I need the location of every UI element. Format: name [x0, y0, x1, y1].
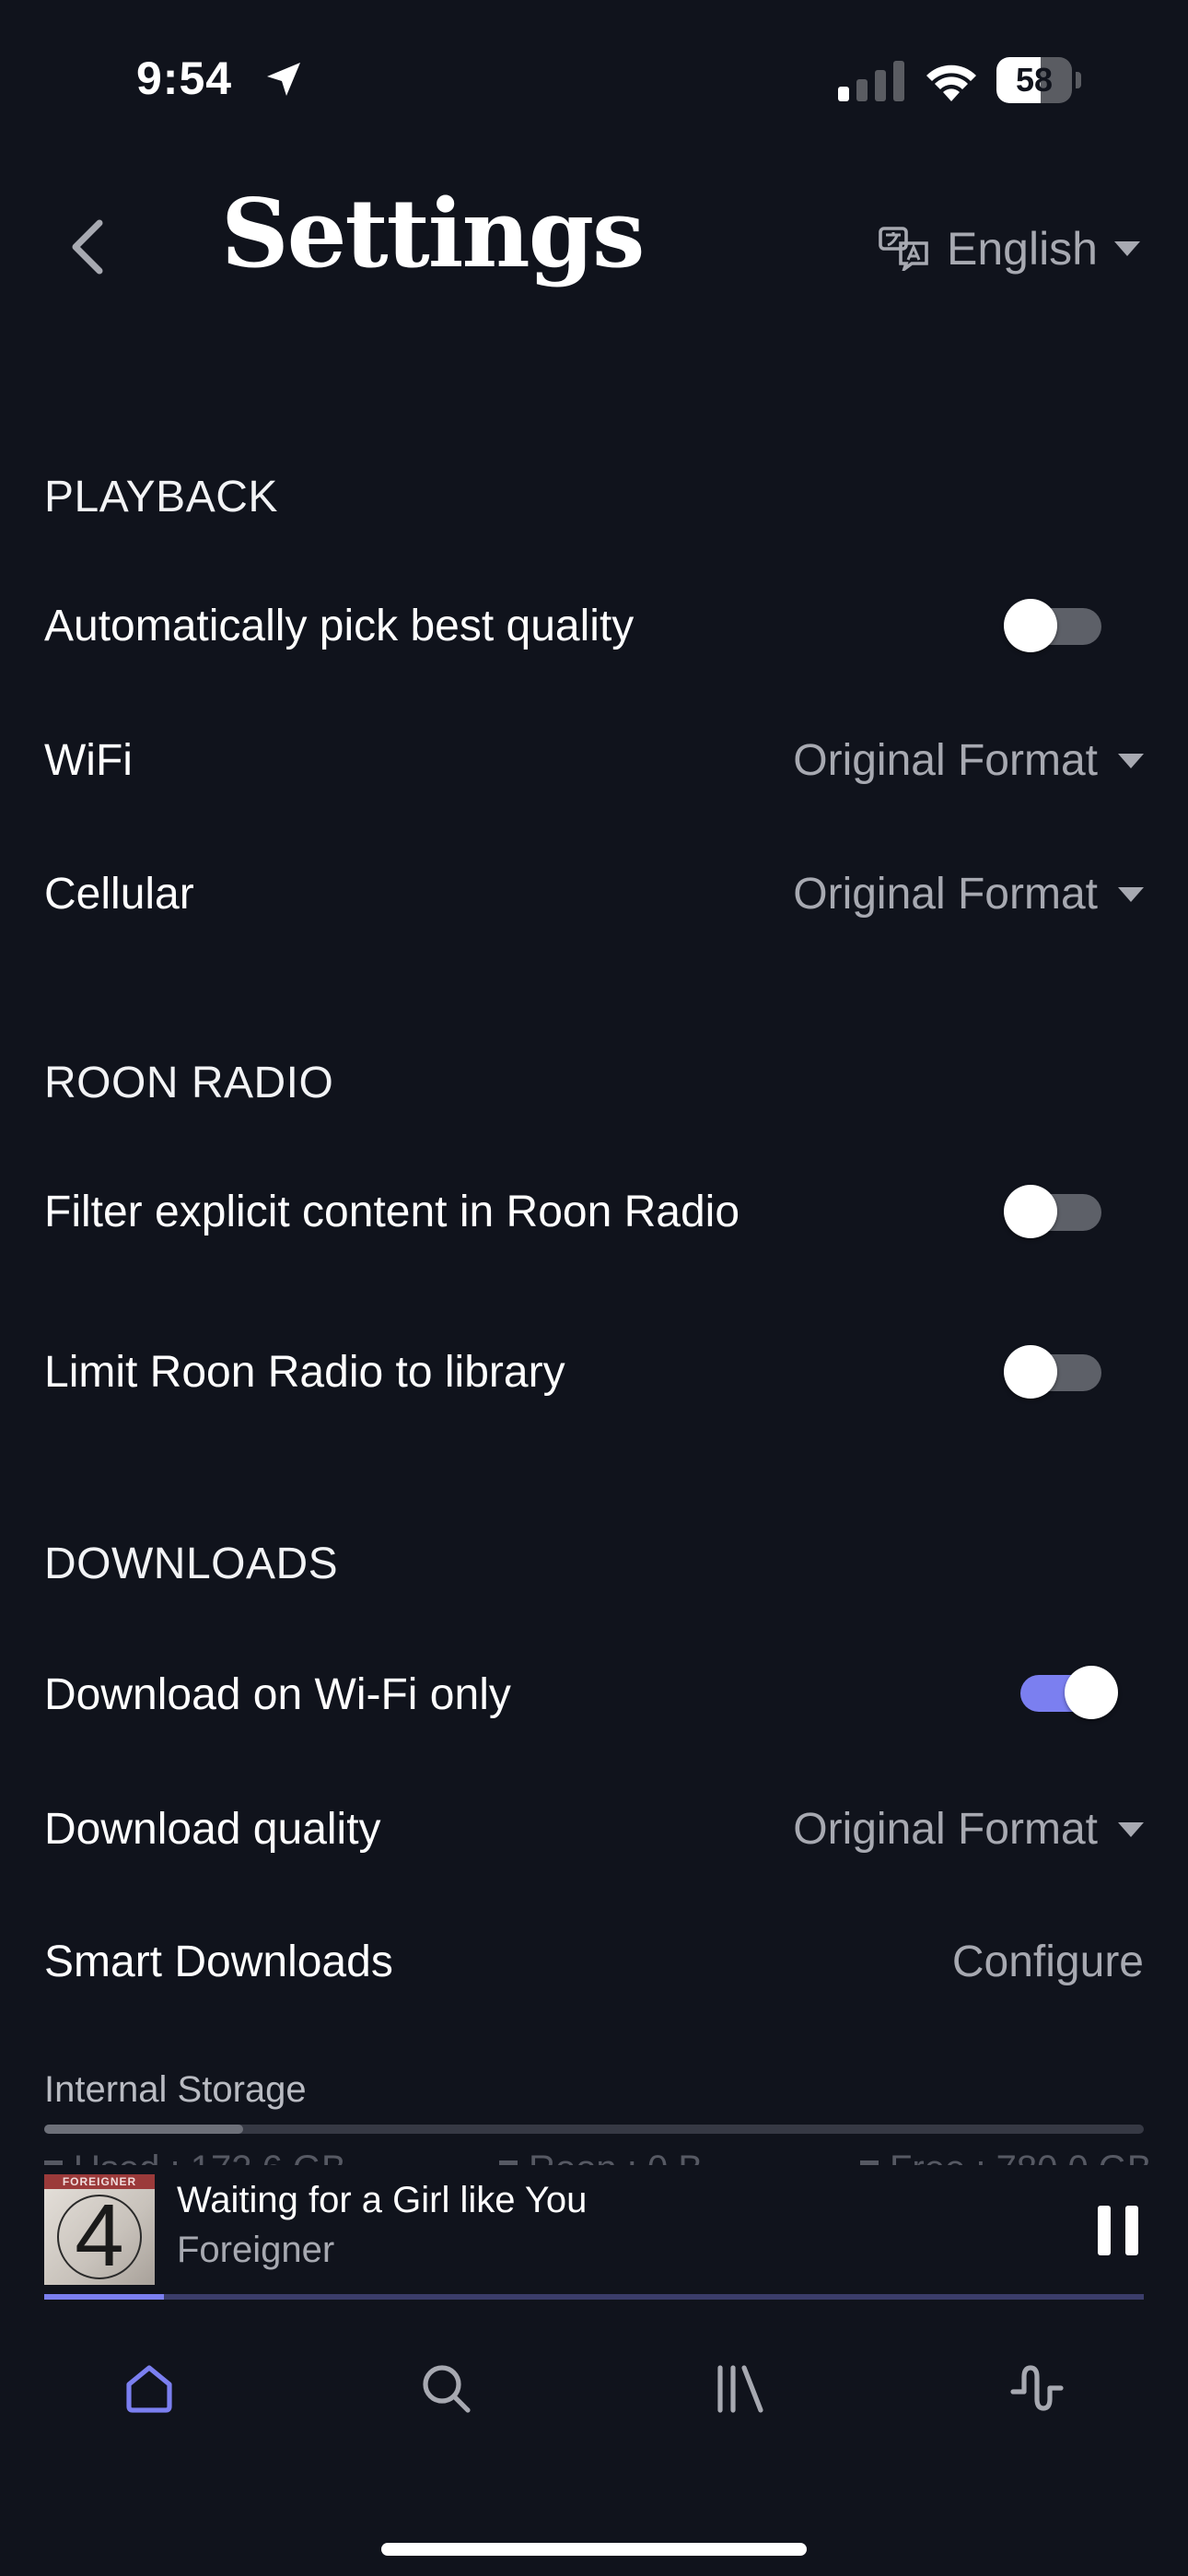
auto-quality-toggle[interactable]: [1004, 599, 1107, 652]
download-wifi-only-toggle[interactable]: [1013, 1666, 1118, 1719]
download-quality-label: Download quality: [44, 1805, 381, 1854]
limit-library-label: Limit Roon Radio to library: [44, 1348, 565, 1397]
library-icon[interactable]: [711, 2359, 770, 2418]
page-title: Settings: [221, 179, 645, 289]
section-heading-playback: PLAYBACK: [44, 473, 278, 521]
audio-wave-icon[interactable]: [1007, 2359, 1066, 2418]
chevron-left-icon[interactable]: [66, 217, 107, 276]
filter-explicit-toggle[interactable]: [1004, 1185, 1107, 1238]
track-title[interactable]: Waiting for a Girl like You: [177, 2180, 587, 2221]
cellular-quality-dropdown[interactable]: Original Format: [793, 869, 1144, 919]
search-icon[interactable]: [416, 2359, 475, 2418]
wifi-quality-label: WiFi: [44, 736, 133, 785]
cellular-quality-label: Cellular: [44, 870, 194, 919]
download-quality-value: Original Format: [793, 1805, 1098, 1854]
section-heading-downloads: DOWNLOADS: [44, 1540, 339, 1588]
filter-explicit-label: Filter explicit content in Roon Radio: [44, 1188, 740, 1236]
configure-button[interactable]: Configure: [952, 1937, 1144, 1987]
track-artist[interactable]: Foreigner: [177, 2230, 334, 2271]
caret-down-icon: [1118, 886, 1144, 902]
caret-down-icon: [1114, 241, 1140, 256]
wifi-icon: [926, 64, 976, 101]
download-quality-dropdown[interactable]: Original Format: [793, 1804, 1144, 1855]
section-heading-roon-radio: ROON RADIO: [44, 1059, 334, 1107]
smart-downloads-label: Smart Downloads: [44, 1938, 393, 1986]
battery-indicator: 58: [996, 57, 1081, 103]
home-icon[interactable]: [120, 2359, 179, 2418]
album-art-number: 4: [75, 2186, 124, 2285]
cellular-signal-icon: [838, 61, 904, 101]
language-value: English: [947, 223, 1098, 275]
language-selector[interactable]: English: [879, 221, 1140, 276]
caret-down-icon: [1118, 1821, 1144, 1837]
home-indicator: [381, 2543, 807, 2556]
playback-progress[interactable]: [44, 2294, 1144, 2300]
location-arrow-icon: [267, 63, 300, 96]
translate-icon: [879, 227, 928, 271]
limit-library-toggle[interactable]: [1004, 1345, 1107, 1399]
album-art[interactable]: FOREIGNER 4: [44, 2174, 155, 2285]
auto-quality-label: Automatically pick best quality: [44, 602, 635, 650]
storage-bar: [44, 2125, 1144, 2134]
wifi-quality-value: Original Format: [793, 736, 1098, 785]
battery-level: 58: [1015, 61, 1054, 99]
caret-down-icon: [1118, 753, 1144, 768]
pause-icon[interactable]: [1098, 2206, 1138, 2255]
download-wifi-only-label: Download on Wi-Fi only: [44, 1670, 511, 1719]
cellular-quality-value: Original Format: [793, 870, 1098, 919]
storage-label: Internal Storage: [44, 2069, 307, 2110]
wifi-quality-dropdown[interactable]: Original Format: [793, 735, 1144, 786]
status-time: 9:54: [136, 53, 233, 104]
